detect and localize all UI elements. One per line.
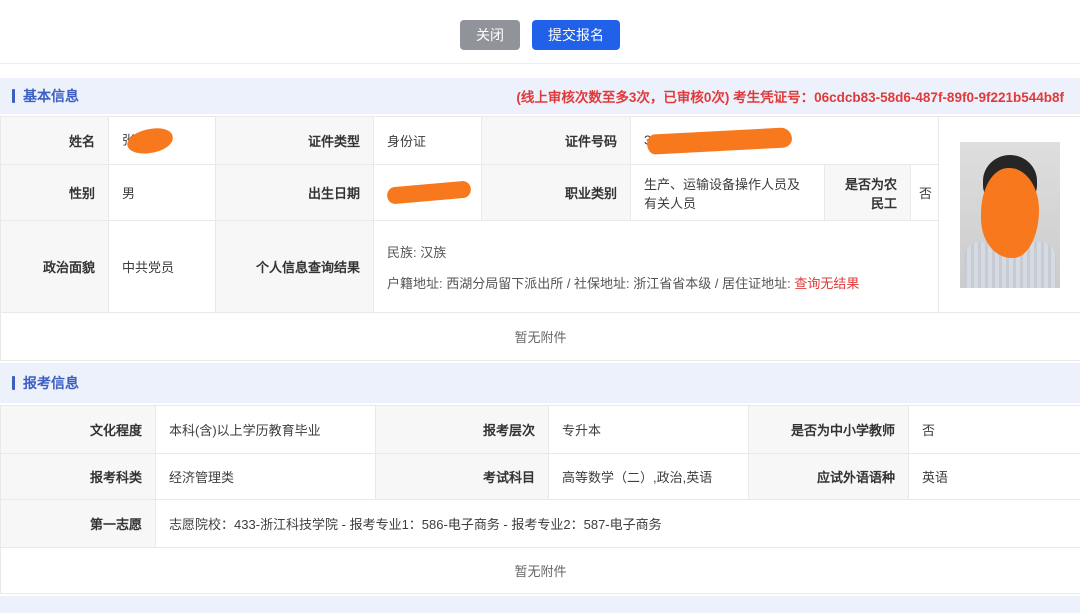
candidate-photo-cell [939, 117, 1080, 313]
table-row: 文化程度 本科(含)以上学历教育毕业 报考层次 专升本 是否为中小学教师 否 [1, 406, 1080, 454]
action-toolbar: 关闭 提交报名 [0, 0, 1080, 64]
table-row: 性别 男 出生日期 职业类别 生产、运输设备操作人员及有关人员 是否为农民工 否 [1, 165, 1080, 221]
occupation-label: 职业类别 [482, 165, 631, 221]
subjects-value: 高等数学（二）,政治,英语 [549, 454, 749, 500]
section-accent-bar [12, 89, 15, 103]
migrant-worker-value: 否 [911, 165, 939, 221]
candidate-photo [960, 142, 1060, 288]
education-value: 本科(含)以上学历教育毕业 [156, 406, 376, 454]
apply-info-section-header: 报考信息 [0, 363, 1080, 403]
personal-query-label: 个人信息查询结果 [216, 221, 374, 313]
query-no-result-link[interactable]: 查询无结果 [794, 276, 859, 291]
birth-date-label: 出生日期 [216, 165, 374, 221]
next-section-header-partial: 缴费信息 [0, 596, 1080, 613]
table-row: 政治面貌 中共党员 个人信息查询结果 民族: 汉族 户籍地址: 西湖分局留下派出… [1, 221, 1080, 313]
audit-notice-text: (线上审核次数至多3次，已审核0次) 考生凭证号：06cdcb83-58d6-4… [516, 86, 1064, 106]
ethnicity-line: 民族: 汉族 [387, 242, 925, 261]
id-type-label: 证件类型 [216, 117, 374, 165]
education-label: 文化程度 [1, 406, 156, 454]
section-accent-bar [12, 376, 15, 390]
foreign-language-value: 英语 [909, 454, 1080, 500]
apply-info-title-wrap: 报考信息 [12, 373, 79, 393]
redaction-blob [647, 127, 793, 155]
address-line: 户籍地址: 西湖分局留下派出所 / 社保地址: 浙江省省本级 / 居住证地址: … [387, 273, 925, 292]
photo-face-redaction-blob [981, 168, 1039, 258]
migrant-worker-label: 是否为农民工 [825, 165, 911, 221]
category-value: 经济管理类 [156, 454, 376, 500]
teacher-value: 否 [909, 406, 1080, 454]
first-choice-label: 第一志愿 [1, 500, 156, 548]
personal-query-result: 民族: 汉族 户籍地址: 西湖分局留下派出所 / 社保地址: 浙江省省本级 / … [374, 221, 939, 313]
table-row: 报考科类 经济管理类 考试科目 高等数学（二）,政治,英语 应试外语语种 英语 [1, 454, 1080, 500]
table-row: 姓名 张 证件类型 身份证 证件号码 3 [1, 117, 1080, 165]
id-number-label: 证件号码 [482, 117, 631, 165]
close-button[interactable]: 关闭 [460, 20, 520, 50]
no-attachment-text: 暂无附件 [1, 313, 1080, 361]
basic-info-section-header: 基本信息 (线上审核次数至多3次，已审核0次) 考生凭证号：06cdcb83-5… [0, 78, 1080, 114]
table-row: 第一志愿 志愿院校：433-浙江科技学院 - 报考专业1：586-电子商务 - … [1, 500, 1080, 548]
name-value: 张 [109, 117, 216, 165]
basic-info-table: 姓名 张 证件类型 身份证 证件号码 3 性别 男 出生日期 职业类别 生产、运… [0, 116, 1080, 361]
attachment-row: 暂无附件 [1, 548, 1080, 594]
redaction-blob [126, 126, 175, 155]
foreign-language-label: 应试外语语种 [749, 454, 909, 500]
birth-date-value [374, 165, 482, 221]
subjects-label: 考试科目 [376, 454, 549, 500]
gender-label: 性别 [1, 165, 109, 221]
redaction-blob [386, 180, 471, 204]
gender-value: 男 [109, 165, 216, 221]
attachment-row: 暂无附件 [1, 313, 1080, 361]
first-choice-value: 志愿院校：433-浙江科技学院 - 报考专业1：586-电子商务 - 报考专业2… [156, 500, 1080, 548]
id-type-value: 身份证 [374, 117, 482, 165]
apply-info-table: 文化程度 本科(含)以上学历教育毕业 报考层次 专升本 是否为中小学教师 否 报… [0, 405, 1080, 594]
basic-info-title-wrap: 基本信息 [12, 86, 79, 106]
basic-info-title: 基本信息 [23, 86, 79, 106]
teacher-label: 是否为中小学教师 [749, 406, 909, 454]
level-label: 报考层次 [376, 406, 549, 454]
political-status-label: 政治面貌 [1, 221, 109, 313]
political-status-value: 中共党员 [109, 221, 216, 313]
occupation-value: 生产、运输设备操作人员及有关人员 [631, 165, 825, 221]
id-number-value: 3 [631, 117, 939, 165]
name-label: 姓名 [1, 117, 109, 165]
category-label: 报考科类 [1, 454, 156, 500]
apply-info-title: 报考信息 [23, 373, 79, 393]
level-value: 专升本 [549, 406, 749, 454]
no-attachment-text: 暂无附件 [1, 548, 1080, 594]
submit-registration-button[interactable]: 提交报名 [532, 20, 620, 50]
address-text: 户籍地址: 西湖分局留下派出所 / 社保地址: 浙江省省本级 / 居住证地址: [387, 276, 794, 291]
